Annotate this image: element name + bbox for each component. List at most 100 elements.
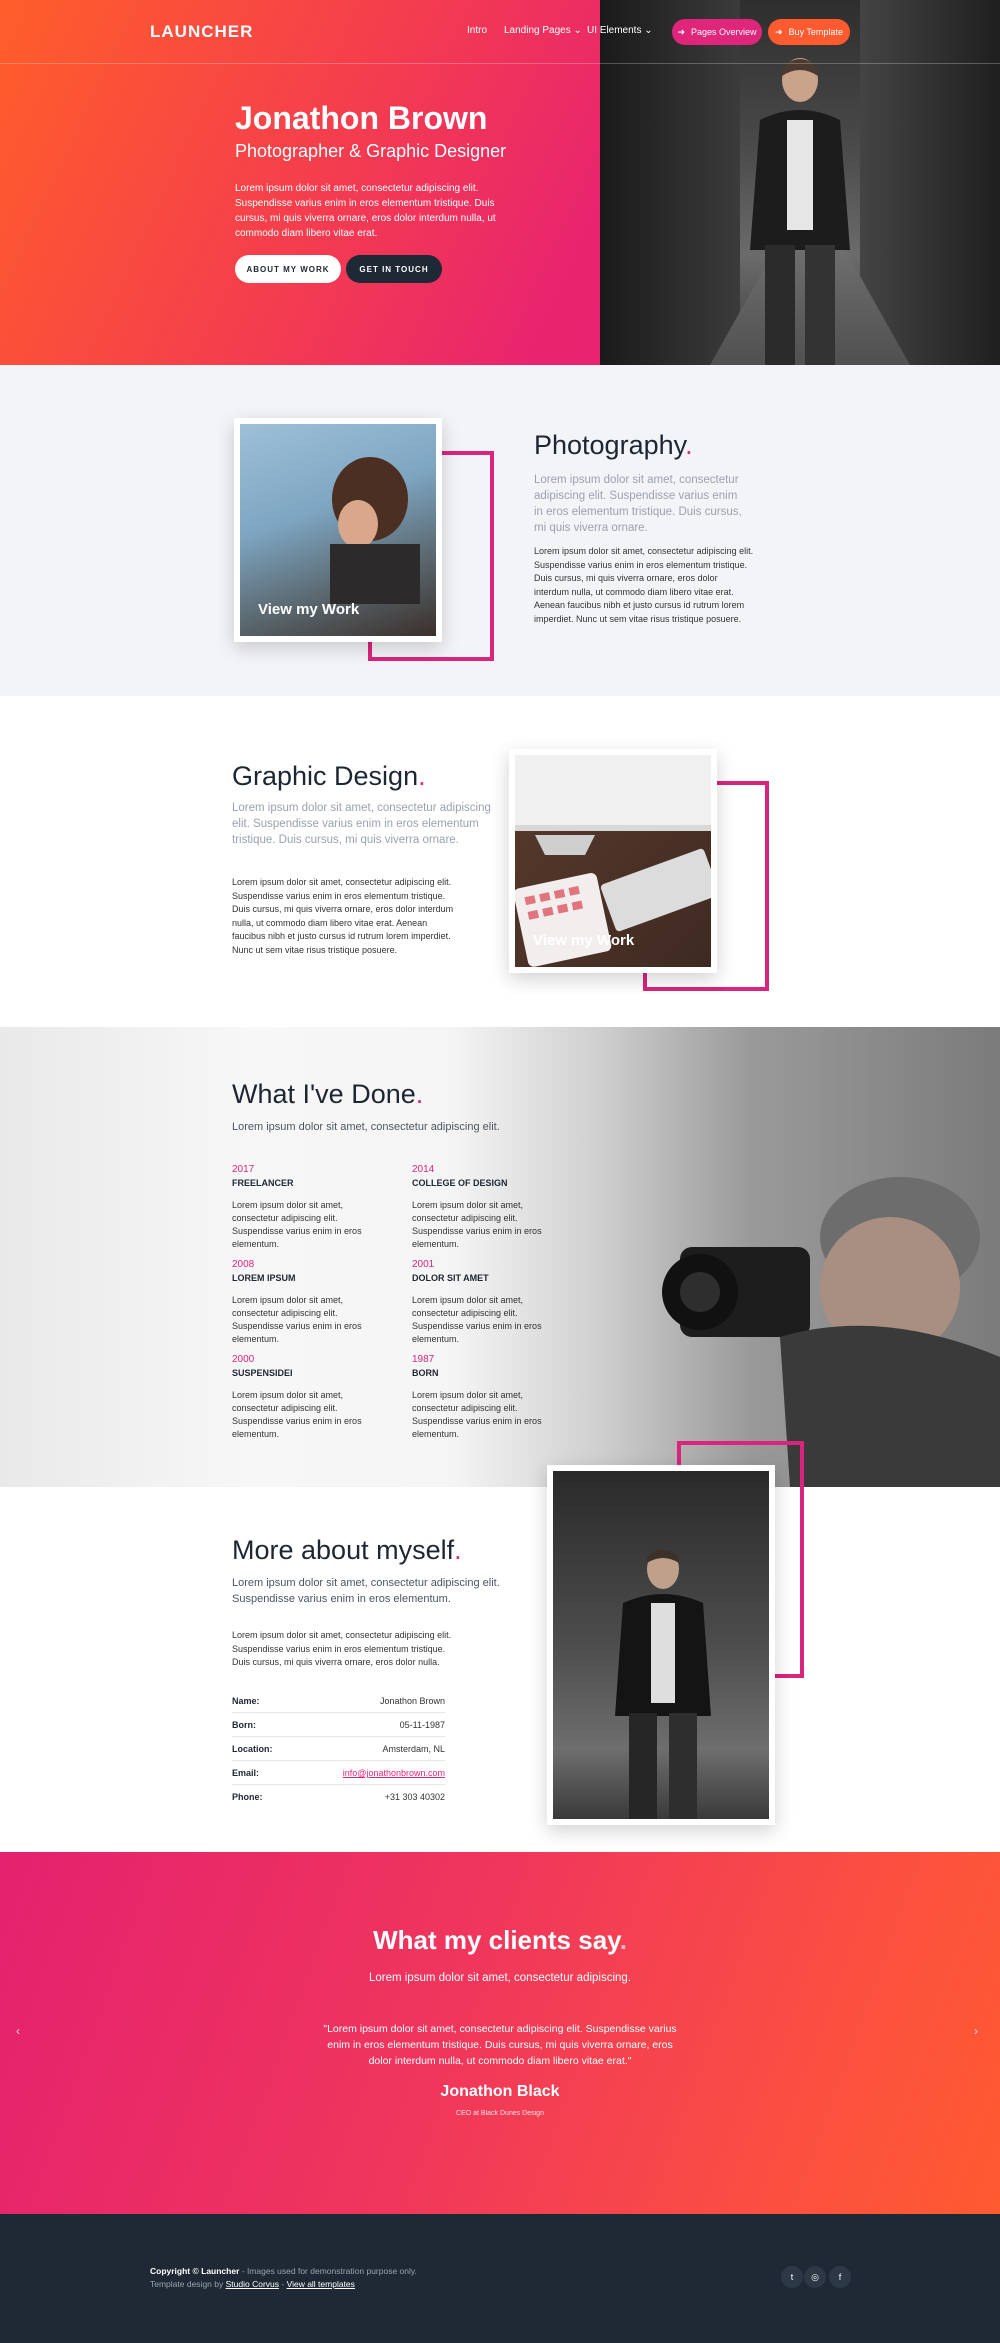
testimonial-author-role: CEO at Black Dunes Design: [456, 2110, 544, 2117]
footer-credits: Template design by Studio Corvus - View …: [150, 2279, 355, 2289]
what-ive-done-section: What I've Done. Lorem ipsum dolor sit am…: [0, 1027, 1000, 1487]
email-link[interactable]: info@jonathonbrown.com: [343, 1768, 445, 1778]
info-value: 05-11-1987: [399, 1720, 445, 1730]
testimonial-lead: Lorem ipsum dolor sit amet, consectetur …: [368, 1972, 632, 1984]
instagram-icon[interactable]: ◎: [804, 2266, 826, 2288]
hero-role: Photographer & Graphic Designer: [235, 141, 507, 161]
timeline-title: COLLEGE OF DESIGN: [412, 1178, 508, 1188]
photographer-image: [330, 457, 420, 604]
studio-corvus-link[interactable]: Studio Corvus: [226, 2279, 279, 2289]
get-in-touch-button[interactable]: GET IN TOUCH: [346, 255, 442, 283]
photography-card[interactable]: View my Work: [234, 418, 442, 642]
testimonial-section: What my clients say. Lorem ipsum dolor s…: [0, 1852, 1000, 2214]
photography-lead: Lorem ipsum dolor sit amet, consectetur …: [534, 474, 742, 534]
about-lead: Lorem ipsum dolor sit amet, consectetur …: [232, 1577, 500, 1605]
timeline-year: 2000: [232, 1354, 255, 1365]
about-photo-card: [547, 1465, 775, 1825]
timeline-year: 2017: [232, 1164, 255, 1175]
pages-overview-label: Pages Overview: [691, 27, 757, 37]
arrow-right-icon: ➜: [677, 26, 685, 37]
buy-template-button[interactable]: ➜ Buy Template: [768, 19, 850, 45]
chevron-left-icon[interactable]: ‹: [16, 2024, 20, 2038]
timeline-year: 1987: [412, 1354, 435, 1365]
nav-landing-pages-label: Landing Pages: [504, 25, 571, 36]
info-key: Email:: [232, 1768, 260, 1778]
about-my-work-button[interactable]: ABOUT MY WORK: [235, 255, 341, 283]
view-my-work-label: View my Work: [258, 601, 360, 618]
copyright-bold: Copyright © Launcher: [150, 2266, 240, 2276]
about-title-text: More about myself: [232, 1535, 455, 1565]
view-my-work-label: View my Work: [533, 932, 635, 949]
timeline-year: 2014: [412, 1164, 435, 1175]
timeline-title: LOREM IPSUM: [232, 1273, 296, 1283]
timeline-text: Lorem ipsum dolor sit amet, consectetur …: [232, 1295, 362, 1344]
done-title-text: What I've Done: [232, 1079, 416, 1109]
design-card[interactable]: View my Work: [509, 749, 717, 973]
buy-template-label: Buy Template: [788, 27, 843, 37]
photography-title: Photography.: [534, 430, 693, 460]
timeline-text: Lorem ipsum dolor sit amet, consectetur …: [412, 1200, 542, 1249]
separator: -: [279, 2279, 287, 2289]
done-title: What I've Done.: [232, 1079, 424, 1109]
timeline-title: DOLOR SIT AMET: [412, 1273, 489, 1283]
timeline-title: BORN: [412, 1368, 439, 1378]
hero-text: Lorem ipsum dolor sit amet, consectetur …: [235, 183, 496, 239]
design-title: Graphic Design.: [232, 761, 426, 791]
testimonial-title: What my clients say.: [373, 1925, 627, 1955]
timeline-year: 2008: [232, 1259, 255, 1270]
testimonial-title-text: What my clients say: [373, 1925, 620, 1955]
view-all-templates-link[interactable]: View all templates: [287, 2279, 355, 2289]
timeline-title: SUSPENSIDEI: [232, 1368, 293, 1378]
camera-photographer-image: [662, 1177, 1000, 1487]
photography-body: Lorem ipsum dolor sit amet, consectetur …: [534, 546, 754, 624]
about-title: More about myself.: [232, 1535, 462, 1565]
twitter-icon[interactable]: t: [781, 2266, 803, 2288]
chevron-right-icon[interactable]: ›: [974, 2024, 978, 2038]
footer-copyright: Copyright © Launcher - Images used for d…: [150, 2266, 417, 2276]
timeline-text: Lorem ipsum dolor sit amet, consectetur …: [232, 1390, 362, 1439]
info-key: Phone:: [232, 1792, 263, 1802]
nav-ui-elements-label: UI Elements: [587, 25, 642, 36]
photography-section: View my Work Photography. Lorem ipsum do…: [0, 365, 1000, 696]
about-section: More about myself. Lorem ipsum dolor sit…: [0, 1487, 1000, 1852]
nav-landing-pages[interactable]: Landing Pages ⌄: [504, 25, 582, 36]
logo[interactable]: LAUNCHER: [150, 22, 253, 42]
photography-title-text: Photography: [534, 430, 686, 460]
facebook-icon[interactable]: f: [829, 2266, 851, 2288]
pages-overview-button[interactable]: ➜ Pages Overview: [672, 19, 762, 45]
timeline-year: 2001: [412, 1259, 435, 1270]
info-row-born: Born: 05-11-1987: [232, 1713, 445, 1737]
timeline-text: Lorem ipsum dolor sit amet, consectetur …: [412, 1390, 542, 1439]
info-row-phone: Phone: +31 303 40302: [232, 1785, 445, 1809]
done-lead: Lorem ipsum dolor sit amet, consectetur …: [232, 1121, 500, 1133]
timeline-title: FREELANCER: [232, 1178, 294, 1188]
design-by-text: Template design by: [150, 2279, 226, 2289]
design-lead: Lorem ipsum dolor sit amet, consectetur …: [232, 802, 491, 846]
info-row-email: Email: info@jonathonbrown.com: [232, 1761, 445, 1785]
man-photo-image: [750, 58, 850, 365]
info-value: Jonathon Brown: [379, 1696, 445, 1706]
nav-intro[interactable]: Intro: [467, 25, 487, 36]
chevron-down-icon: ⌄: [644, 25, 653, 36]
design-title-text: Graphic Design: [232, 761, 419, 791]
hero-name: Jonathon Brown: [235, 100, 488, 136]
info-row-location: Location: Amsterdam, NL: [232, 1737, 445, 1761]
man-portrait-image: [615, 1549, 711, 1819]
info-value: +31 303 40302: [384, 1792, 445, 1802]
testimonial-author: Jonathon Black: [440, 2083, 560, 2100]
arrow-right-icon: ➜: [775, 26, 783, 37]
copyright-rest: - Images used for demonstration purpose …: [239, 2266, 417, 2276]
info-row-name: Name: Jonathon Brown: [232, 1689, 445, 1713]
testimonial-quote: "Lorem ipsum dolor sit amet, consectetur…: [323, 2023, 677, 2067]
info-key: Location:: [232, 1744, 273, 1754]
info-key: Born:: [232, 1720, 256, 1730]
top-nav: LAUNCHER Intro Landing Pages ⌄ UI Elemen…: [0, 0, 1000, 64]
info-key: Name:: [232, 1696, 260, 1706]
about-body: Lorem ipsum dolor sit amet, consectetur …: [232, 1630, 452, 1667]
design-body: Lorem ipsum dolor sit amet, consectetur …: [232, 877, 454, 955]
chevron-down-icon: ⌄: [573, 25, 582, 36]
timeline-text: Lorem ipsum dolor sit amet, consectetur …: [412, 1295, 542, 1344]
graphic-design-section: Graphic Design. Lorem ipsum dolor sit am…: [0, 696, 1000, 1027]
info-value: Amsterdam, NL: [382, 1744, 445, 1754]
nav-ui-elements[interactable]: UI Elements ⌄: [587, 25, 653, 36]
